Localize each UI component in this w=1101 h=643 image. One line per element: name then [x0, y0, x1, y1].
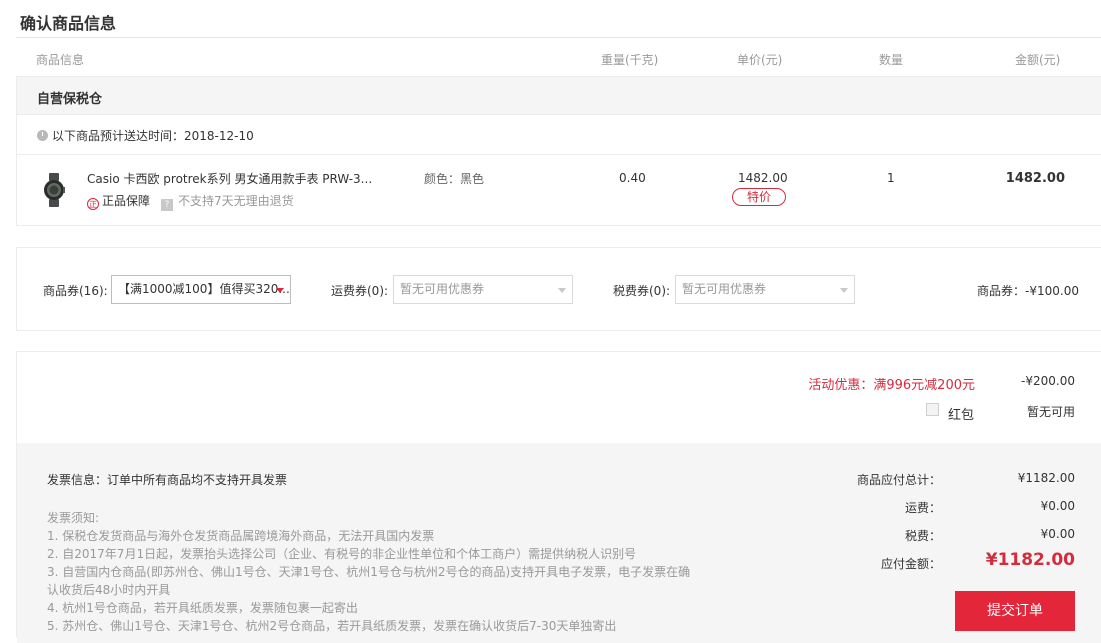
shipping-coupon-label: 运费券(0): — [331, 284, 389, 298]
delivery-estimate: 以下商品预计送达时间：2018-12-10 — [37, 127, 254, 144]
special-price-badge: 特价 — [732, 188, 786, 206]
column-header-info: 商品信息 — [36, 53, 85, 67]
shipping-coupon-value: 暂无可用优惠券 — [400, 282, 485, 296]
warehouse-name: 自营保税仓 — [37, 92, 103, 107]
product-amount: 1482.00 — [1005, 171, 1065, 186]
question-icon: ? — [161, 199, 173, 211]
order-items-panel: 自营保税仓 以下商品预计送达时间：2018-12-10 Casio 卡西欧 pr… — [16, 76, 1101, 226]
tax-coupon-value: 暂无可用优惠券 — [682, 282, 767, 296]
warehouse-header: 自营保税仓 — [17, 77, 1101, 115]
invoice-notes-title: 发票须知: — [47, 511, 100, 525]
tax-coupon-select[interactable]: 暂无可用优惠券 — [675, 275, 855, 304]
tax-label: 税费： — [904, 529, 941, 543]
total-label: 应付金额： — [880, 557, 941, 571]
invoice-note: 1. 保税仓发货商品与海外仓发货商品属跨境海外商品，无法开具国内发票 — [47, 529, 435, 543]
title-divider — [16, 37, 1101, 38]
column-header-price: 单价(元) — [737, 53, 783, 67]
submit-order-button[interactable]: 提交订单 — [955, 591, 1075, 631]
activity-discount-label: 活动优惠：满996元减200元 — [808, 378, 975, 393]
invoice-note: 5. 苏州仓、佛山1号仓、天津1号仓、杭州2号仓商品，若开具纸质发票，发票在确认… — [47, 619, 617, 633]
invoice-note: 4. 杭州1号仓商品，若开具纸质发票，发票随包裹一起寄出 — [47, 601, 358, 615]
row-divider — [17, 154, 1101, 155]
hongbao-checkbox[interactable] — [926, 403, 939, 416]
chevron-down-icon — [840, 288, 848, 293]
no-return-text: 不支持7天无理由退货 — [178, 194, 294, 208]
product-thumbnail-watch-icon[interactable] — [43, 173, 65, 210]
delivery-text: 以下商品预计送达时间：2018-12-10 — [52, 129, 254, 143]
no-return-policy: ? 不支持7天无理由退货 — [161, 192, 294, 211]
invoice-note: 2. 自2017年7月1日起，发票抬头选择公司（企业、有税号的非企业性单位和个体… — [47, 547, 637, 561]
product-name-link[interactable]: Casio 卡西欧 protrek系列 男女通用款手表 PRW-3... — [87, 170, 372, 187]
product-coupon-select[interactable]: 【满1000减100】值得买320... — [111, 275, 291, 304]
product-coupon-label: 商品券(16): — [43, 284, 108, 298]
shipping-label: 运费： — [904, 501, 941, 515]
tax-coupon-label: 税费券(0): — [613, 284, 671, 298]
subtotal-label: 商品应付总计： — [856, 473, 941, 487]
column-header-weight: 重量(千克) — [601, 53, 659, 67]
order-summary: 发票信息：订单中所有商品均不支持开具发票 发票须知: 1. 保税仓发货商品与海外… — [17, 443, 1101, 643]
invoice-note: 认收货后48小时内开具 — [47, 583, 171, 597]
tax-value: ¥0.00 — [1040, 527, 1075, 541]
payment-panel: 活动优惠：满996元减200元 -¥200.00 红包 暂无可用 发票信息：订单… — [16, 351, 1101, 643]
subtotal-value: ¥1182.00 — [1017, 471, 1075, 485]
product-weight: 0.40 — [619, 171, 646, 185]
coupon-discount-total: 商品券：-¥100.00 — [977, 284, 1079, 298]
product-color: 颜色：黑色 — [424, 172, 485, 186]
column-header-qty: 数量 — [879, 53, 904, 67]
invoice-info: 发票信息：订单中所有商品均不支持开具发票 — [47, 473, 288, 487]
clock-icon — [37, 130, 48, 141]
hongbao-label: 红包 — [948, 408, 975, 423]
authentic-badge-icon: 正 — [87, 198, 99, 210]
product-quantity: 1 — [887, 171, 895, 185]
chevron-down-icon — [276, 288, 284, 293]
column-header-amount: 金额(元) — [1015, 53, 1061, 67]
coupons-panel: 商品券(16): 【满1000减100】值得买320... 运费券(0): 暂无… — [16, 247, 1101, 331]
authentic-guarantee-text: 正品保障 — [102, 194, 151, 208]
page-title: 确认商品信息 — [20, 14, 117, 33]
shipping-coupon-select[interactable]: 暂无可用优惠券 — [393, 275, 573, 304]
total-value: ¥1182.00 — [985, 550, 1075, 570]
shipping-value: ¥0.00 — [1040, 499, 1075, 513]
activity-discount-value: -¥200.00 — [1021, 374, 1075, 388]
chevron-down-icon — [558, 288, 566, 293]
product-coupon-value: 【满1000减100】值得买320... — [118, 282, 290, 296]
invoice-note: 3. 自营国内仓商品(即苏州仓、佛山1号仓、天津1号仓、杭州1号仓与杭州2号仓的… — [47, 565, 691, 579]
invoice-notes: 发票须知: 1. 保税仓发货商品与海外仓发货商品属跨境海外商品，无法开具国内发票… — [47, 509, 697, 635]
authentic-guarantee: 正正品保障 — [87, 192, 150, 210]
product-unit-price: 1482.00 — [738, 171, 788, 185]
hongbao-status: 暂无可用 — [1026, 405, 1075, 419]
